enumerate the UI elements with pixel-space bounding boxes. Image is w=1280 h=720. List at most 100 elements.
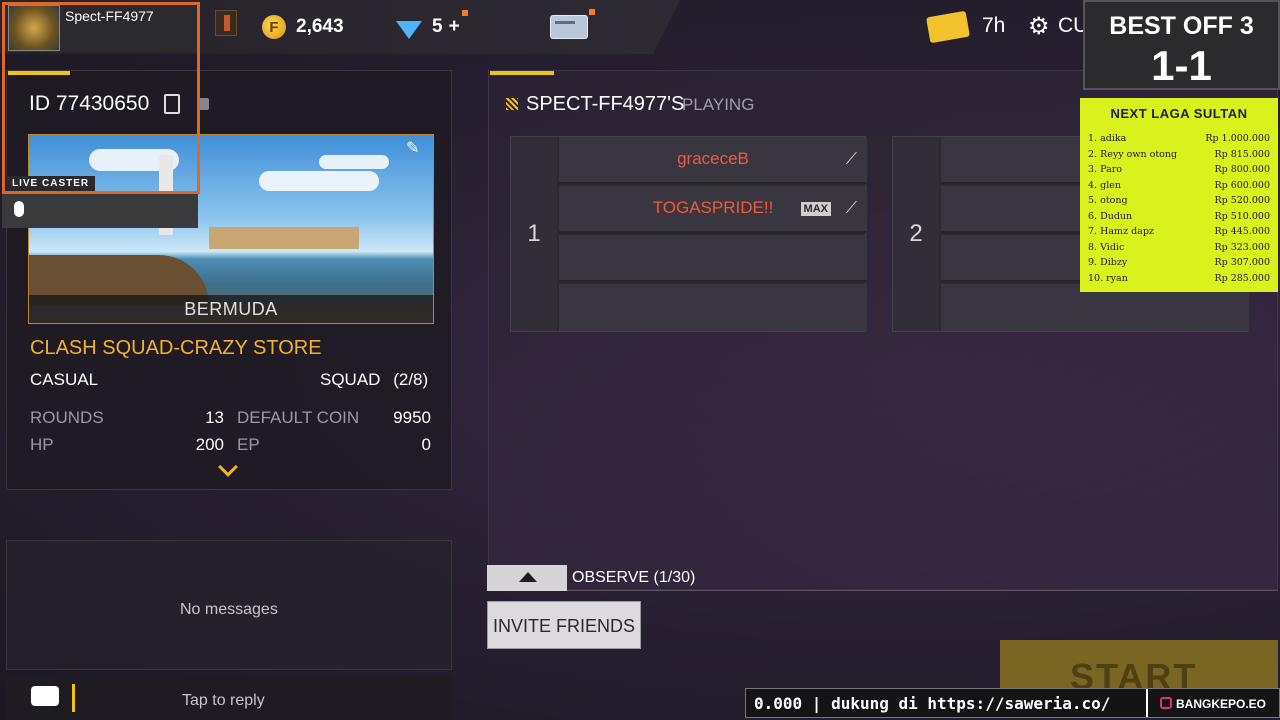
squad-count: (2/8) [393, 370, 429, 389]
lobby-status: PLAYING [682, 95, 755, 114]
hp-value: 200 [195, 435, 224, 454]
diamond-count: 5 [432, 16, 443, 37]
rank: 3. [1088, 164, 1098, 175]
leaderboard-row: 8. Vidic Rp 323.000 [1088, 242, 1270, 253]
amount: Rp 323.000 [1214, 242, 1270, 253]
leaderboard-title: NEXT LAGA SULTAN [1110, 106, 1248, 121]
gear-icon[interactable]: ⚙ [1028, 12, 1050, 41]
team-1-slot-1[interactable]: graceceB ⟋ [559, 137, 867, 184]
leaderboard-row: 1. adika Rp 1.000.000 [1088, 133, 1270, 144]
amount: Rp 520.000 [1214, 195, 1270, 206]
team-2-number: 2 [893, 137, 939, 331]
rounds-label: ROUNDS [30, 408, 104, 427]
pier-huts [209, 227, 359, 249]
donor-name: ryan [1106, 273, 1128, 284]
amount: Rp 510.000 [1214, 211, 1270, 222]
tap-to-reply-input[interactable]: Tap to reply [182, 692, 265, 710]
leaderboard-row: 3. Paro Rp 800.000 [1088, 164, 1270, 175]
donor-name: Vidic [1100, 242, 1125, 253]
scoreboard-score: 1-1 [1151, 42, 1212, 89]
team-1-slot-4[interactable] [559, 284, 867, 331]
caster-mic-panel [2, 194, 198, 228]
donor-name: Dibzy [1100, 257, 1128, 268]
caster-cam-frame [2, 2, 200, 194]
leaderboard-row: 10. ryan Rp 285.000 [1088, 273, 1270, 284]
game-mode-title: CLASH SQUAD-CRAZY STORE [30, 337, 322, 359]
rank: 10. [1088, 273, 1104, 284]
cloud [259, 171, 379, 191]
team-1-slot-3[interactable] [559, 235, 867, 282]
donor-name: Paro [1100, 164, 1122, 175]
amount: Rp 445.000 [1214, 226, 1270, 237]
donation-ticker: 0.000 | dukung di https://saweria.co/ BA… [745, 688, 1280, 718]
rank: 8. [1088, 242, 1098, 253]
chat-input-divider [72, 684, 75, 712]
diamond-balance[interactable]: 5 + [396, 14, 460, 40]
no-messages-text: No messages [180, 601, 278, 618]
team-1-slot-2[interactable]: TOGASPRIDE!! MAX ⟋ [559, 186, 867, 233]
ticker-text: 0.000 | dukung di https://saweria.co/ [754, 694, 1111, 713]
team-1-box: 1 graceceB ⟋ TOGASPRIDE!! MAX ⟋ [510, 136, 867, 332]
ep-value: 0 [421, 435, 431, 454]
observe-divider [567, 590, 1278, 591]
rank: 2. [1088, 149, 1098, 160]
scoreboard-title: BEST OFF 3 [1109, 12, 1254, 40]
diamond-notification-dot [462, 10, 468, 16]
microphone-icon [14, 201, 24, 217]
chat-bubble-icon[interactable] [31, 686, 59, 706]
rank: 5. [1088, 195, 1098, 206]
donor-name: Dudun [1100, 211, 1133, 222]
ticker-handle: BANGKEPO.EO [1176, 697, 1267, 711]
scoreboard: BEST OFF 3 1-1 [1083, 0, 1280, 90]
edit-map-icon[interactable]: ✎ [406, 138, 419, 158]
leaderboard-row: 5. otong Rp 520.000 [1088, 195, 1270, 206]
rounds-value: 13 [205, 408, 224, 427]
leaderboard-row: 9. Dibzy Rp 307.000 [1088, 257, 1270, 268]
donor-name: Hamz dapz [1100, 226, 1154, 237]
amount: Rp 800.000 [1214, 164, 1270, 175]
room-type: CASUAL [30, 370, 99, 389]
squad-label: SQUAD [320, 370, 381, 389]
ticker-divider [1146, 689, 1148, 717]
diamond-add[interactable]: + [449, 16, 460, 38]
amount: Rp 815.000 [1214, 149, 1270, 160]
player-name: graceceB [677, 149, 749, 168]
rank: 4. [1088, 180, 1098, 191]
hp-label: HP [30, 435, 54, 454]
donor-name: Reyy own otong [1100, 149, 1178, 160]
ep-label: EP [237, 435, 260, 454]
gold-coin-count: 2,643 [296, 16, 344, 37]
invite-friends-button[interactable]: INVITE FRIENDS [487, 601, 641, 649]
caret-up-icon [519, 572, 537, 582]
max-badge: MAX [800, 202, 831, 216]
leaderboard-row: 4. glen Rp 600.000 [1088, 180, 1270, 191]
squad-info: SQUAD (2/8) [320, 370, 428, 390]
lobby-accent-line [490, 71, 554, 75]
gold-coin-icon: F [262, 15, 286, 39]
leaderboard-row: 2. Reyy own otong Rp 815.000 [1088, 149, 1270, 160]
rank: 9. [1088, 257, 1098, 268]
team-1-number: 1 [511, 137, 557, 331]
rank: 7. [1088, 226, 1098, 237]
amount: Rp 285.000 [1214, 273, 1270, 284]
amount: Rp 600.000 [1214, 180, 1270, 191]
rank: 6. [1088, 211, 1098, 222]
gold-coin-balance[interactable]: F 2,643 [262, 14, 344, 40]
lobby-owner-title: SPECT-FF4977'S [526, 93, 685, 115]
observe-label[interactable]: OBSERVE (1/30) [572, 569, 695, 587]
rank: 1. [1088, 133, 1098, 144]
pause-icon[interactable] [215, 10, 237, 36]
no-signal-icon: ⟋ [845, 200, 857, 217]
amount: Rp 1.000.000 [1205, 133, 1270, 144]
donor-name: otong [1100, 195, 1128, 206]
ticket-icon[interactable] [926, 10, 970, 44]
default-coin-value: 9950 [393, 408, 431, 427]
leaderboard-row: 7. Hamz dapz Rp 445.000 [1088, 226, 1270, 237]
donor-name: glen [1100, 180, 1121, 191]
diamond-icon [396, 21, 422, 39]
map-name: BERMUDA [29, 295, 433, 323]
membership-card-icon[interactable] [550, 15, 588, 39]
live-caster-tag: LIVE CASTER [6, 176, 96, 191]
donor-name: adika [1100, 133, 1127, 144]
leaderboard-row: 6. Dudun Rp 510.000 [1088, 211, 1270, 222]
